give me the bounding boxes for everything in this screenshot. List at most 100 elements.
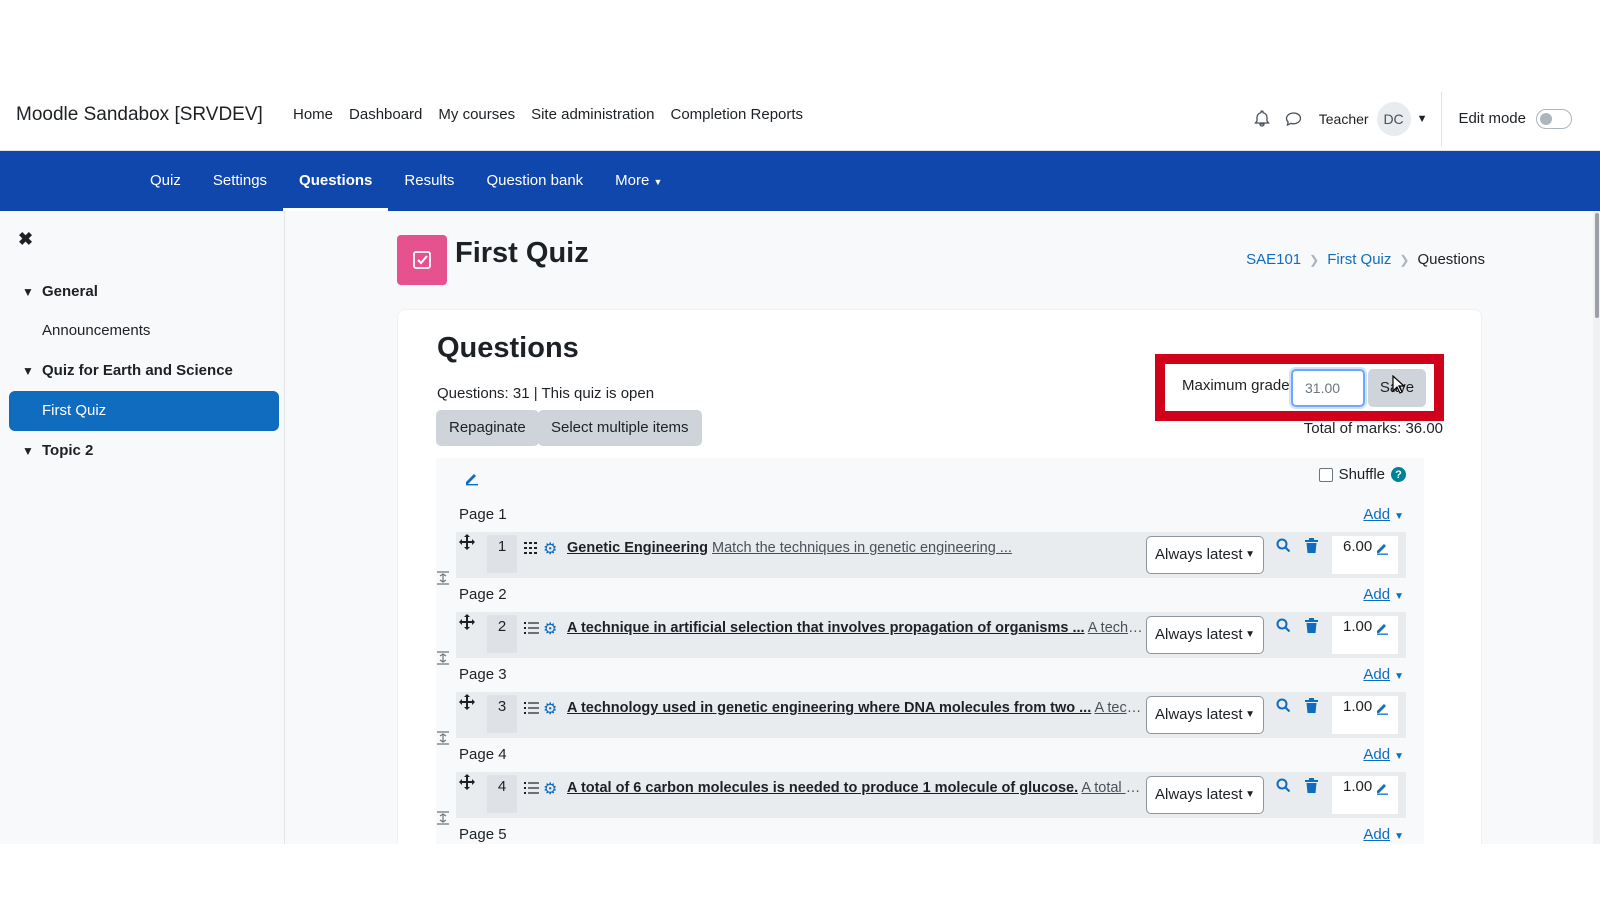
preview-icon[interactable] xyxy=(1276,778,1291,798)
scrollbar-thumb[interactable] xyxy=(1595,213,1599,318)
gear-icon[interactable]: ⚙ xyxy=(543,619,557,639)
repaginate-icon[interactable] xyxy=(436,650,450,666)
delete-icon[interactable] xyxy=(1305,618,1318,638)
section-title: Topic 2 xyxy=(42,442,94,459)
site-brand[interactable]: Moodle Sandabox [SRVDEV] xyxy=(16,104,263,126)
avatar[interactable]: DC xyxy=(1376,101,1411,136)
course-index-drawer: ✖ ▼ General Announcements ▼ Quiz for Earth… xyxy=(0,211,285,844)
section-topic-2[interactable]: ▼ Topic 2 xyxy=(22,442,93,459)
edit-mark-pencil-icon[interactable] xyxy=(1376,620,1390,642)
shuffle-checkbox[interactable] xyxy=(1318,467,1333,482)
add-link[interactable]: Add ▼ xyxy=(1363,746,1404,763)
page-label: Page 2 xyxy=(459,586,507,603)
edit-mark-pencil-icon[interactable] xyxy=(1376,540,1390,562)
section-general[interactable]: ▼ General xyxy=(22,283,98,300)
add-label: Add xyxy=(1363,586,1391,603)
repaginate-button[interactable]: Repaginate xyxy=(436,410,539,446)
chevron-down-icon[interactable]: ▼ xyxy=(1417,113,1428,125)
question-text: A technol... xyxy=(1094,700,1145,716)
mark-value: 1.00 xyxy=(1343,698,1373,715)
preview-icon[interactable] xyxy=(1276,538,1291,558)
multichoice-type-icon xyxy=(524,621,539,640)
repaginate-icon[interactable] xyxy=(436,730,450,746)
breadcrumb-quiz[interactable]: First Quiz xyxy=(1327,251,1391,268)
version-select[interactable]: Always latest ▼ xyxy=(1146,696,1264,734)
version-select[interactable]: Always latest ▼ xyxy=(1146,776,1264,814)
question-number: 2 xyxy=(487,615,517,653)
edit-mark-pencil-icon[interactable] xyxy=(1376,780,1390,802)
nav-my-courses[interactable]: My courses xyxy=(430,106,523,123)
questions-heading: Questions xyxy=(437,332,579,364)
chevron-down-icon: ▼ xyxy=(1394,671,1404,682)
nav-home[interactable]: Home xyxy=(285,106,341,123)
tab-questions[interactable]: Questions xyxy=(283,151,389,211)
divider xyxy=(1441,91,1443,146)
moodle-page: Moodle Sandabox [SRVDEV] Home Dashboard … xyxy=(0,0,1600,900)
move-icon[interactable] xyxy=(459,534,475,555)
tab-question-bank[interactable]: Question bank xyxy=(470,151,599,211)
add-link[interactable]: Add ▼ xyxy=(1363,826,1404,843)
select-multiple-button[interactable]: Select multiple items xyxy=(538,410,702,446)
version-select[interactable]: Always latest ▼ xyxy=(1146,536,1264,574)
repaginate-icon[interactable] xyxy=(436,570,450,586)
nav-completion-reports[interactable]: Completion Reports xyxy=(663,106,812,123)
nav-dashboard[interactable]: Dashboard xyxy=(341,106,430,123)
page-label: Page 4 xyxy=(459,746,507,763)
repaginate-icon[interactable] xyxy=(436,810,450,826)
add-label: Add xyxy=(1363,506,1391,523)
edit-section-pencil-icon[interactable] xyxy=(464,470,480,491)
total-marks: Total of marks: 36.00 xyxy=(1303,420,1443,437)
mark-value: 1.00 xyxy=(1343,778,1373,795)
max-grade-input[interactable]: 31.00 xyxy=(1291,369,1365,407)
bottom-blank-area xyxy=(0,844,1600,900)
question-link[interactable]: A technique in artificial selection that… xyxy=(567,620,1145,636)
mark-value: 1.00 xyxy=(1343,618,1373,635)
add-link[interactable]: Add ▼ xyxy=(1363,506,1404,523)
shuffle-option: Shuffle ? xyxy=(1318,466,1406,483)
activity-announcements[interactable]: Announcements xyxy=(42,322,150,339)
version-select[interactable]: Always latest ▼ xyxy=(1146,616,1264,654)
tab-settings[interactable]: Settings xyxy=(197,151,283,211)
help-icon[interactable]: ? xyxy=(1391,467,1406,482)
messages-icon[interactable] xyxy=(1283,108,1305,130)
bell-icon[interactable] xyxy=(1251,108,1273,130)
question-list: Shuffle ? Page 1 Add ▼ 1 ⚙ Genetic Engine… xyxy=(436,458,1424,844)
delete-icon[interactable] xyxy=(1305,538,1318,558)
delete-icon[interactable] xyxy=(1305,698,1318,718)
quiz-status-info: Questions: 31 | This quiz is open xyxy=(437,385,655,402)
edit-mark-pencil-icon[interactable] xyxy=(1376,700,1390,722)
gear-icon[interactable]: ⚙ xyxy=(543,699,557,719)
preview-icon[interactable] xyxy=(1276,698,1291,718)
activity-first-quiz[interactable]: First Quiz xyxy=(9,391,279,431)
version-option: Always latest xyxy=(1155,546,1243,563)
tab-more[interactable]: More ▼ xyxy=(599,151,678,211)
breadcrumb-course[interactable]: SAE101 xyxy=(1246,251,1301,268)
preview-icon[interactable] xyxy=(1276,618,1291,638)
gear-icon[interactable]: ⚙ xyxy=(543,539,557,559)
max-grade-label: Maximum grade xyxy=(1182,377,1290,394)
delete-icon[interactable] xyxy=(1305,778,1318,798)
nav-site-administration[interactable]: Site administration xyxy=(523,106,662,123)
move-icon[interactable] xyxy=(459,694,475,715)
page-label: Page 5 xyxy=(459,826,507,843)
close-icon[interactable]: ✖ xyxy=(18,229,33,250)
chevron-down-icon[interactable]: ▼ xyxy=(22,285,42,299)
tab-quiz[interactable]: Quiz xyxy=(134,151,197,211)
gear-icon[interactable]: ⚙ xyxy=(543,779,557,799)
add-link[interactable]: Add ▼ xyxy=(1363,586,1404,603)
tab-results[interactable]: Results xyxy=(388,151,470,211)
move-icon[interactable] xyxy=(459,614,475,635)
questions-card: Questions Questions: 31 | This quiz is o… xyxy=(397,309,1482,844)
question-mark: 6.00 xyxy=(1332,536,1398,574)
question-link[interactable]: A total of 6 carbon molecules is needed … xyxy=(567,780,1145,796)
question-row: 1 ⚙ Genetic Engineering Match the techni… xyxy=(456,532,1406,578)
move-icon[interactable] xyxy=(459,774,475,795)
chevron-down-icon[interactable]: ▼ xyxy=(22,444,42,458)
section-title: Quiz for Earth and Science xyxy=(42,362,233,379)
section-quiz-earth-science[interactable]: ▼ Quiz for Earth and Science xyxy=(22,362,233,379)
question-link[interactable]: A technology used in genetic engineering… xyxy=(567,700,1145,716)
question-link[interactable]: Genetic Engineering Match the techniques… xyxy=(567,540,1145,556)
add-link[interactable]: Add ▼ xyxy=(1363,666,1404,683)
edit-mode-toggle[interactable] xyxy=(1536,108,1572,129)
chevron-down-icon[interactable]: ▼ xyxy=(22,364,42,378)
